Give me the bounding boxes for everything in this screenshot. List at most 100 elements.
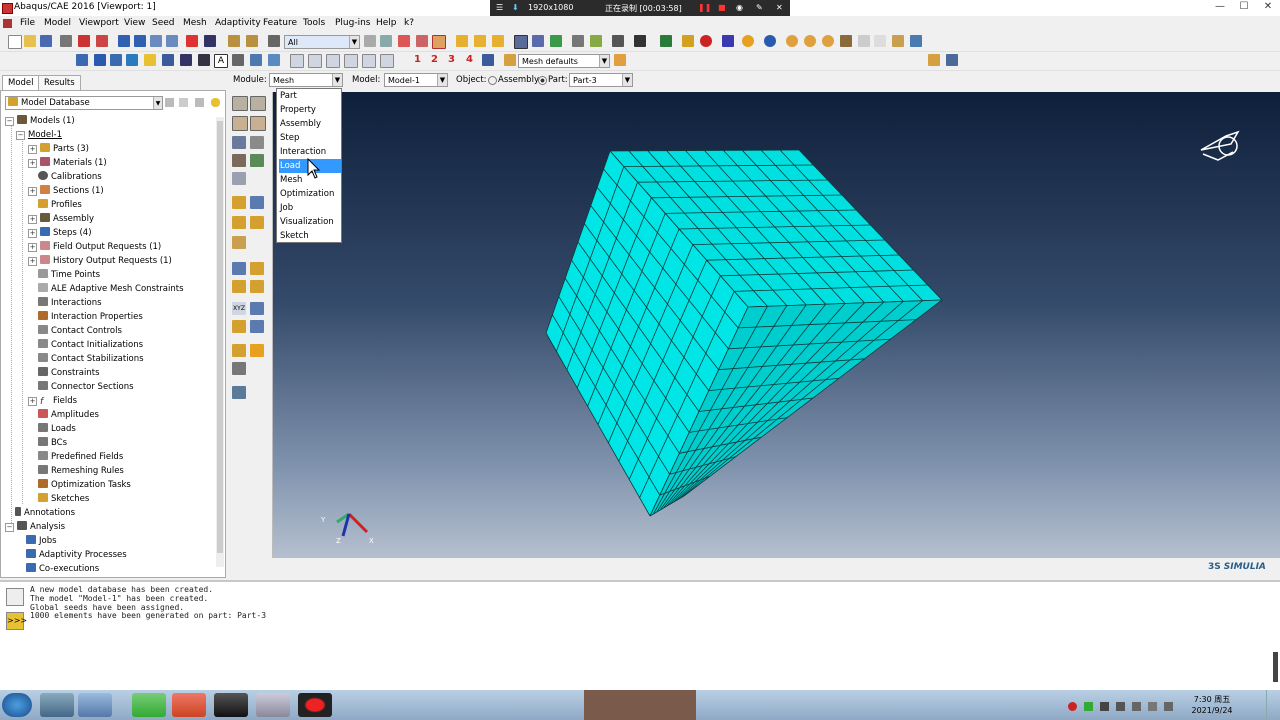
g-plugin-icon[interactable] — [700, 35, 712, 47]
layout-icon-6[interactable] — [162, 54, 174, 66]
select-inside-icon[interactable] — [380, 35, 392, 47]
tree-models[interactable]: − Models (1) — [5, 114, 75, 128]
module-option-job[interactable]: Job — [279, 201, 341, 215]
mesh-display-icon[interactable] — [590, 35, 602, 47]
module-select[interactable]: Mesh ▼ — [269, 73, 343, 87]
viewport-annotations-icon[interactable] — [612, 35, 624, 47]
module-option-interaction[interactable]: Interaction — [279, 145, 341, 159]
module-option-step[interactable]: Step — [279, 131, 341, 145]
assembly-radio-label[interactable]: Assembly — [498, 75, 539, 85]
tree-model-1[interactable]: − Model-1 — [16, 128, 62, 142]
grid-view-icon[interactable] — [268, 54, 280, 66]
tree-analysis[interactable]: − Analysis — [5, 520, 65, 534]
render-hidden-icon[interactable] — [532, 35, 544, 47]
grid-icon[interactable] — [910, 35, 922, 47]
part-radio[interactable] — [538, 76, 547, 85]
message-scrollbar[interactable] — [1273, 652, 1278, 682]
tree-predefined-fields[interactable]: Predefined Fields — [38, 450, 123, 464]
print-icon[interactable] — [60, 35, 72, 47]
view-iso-icon[interactable] — [492, 35, 504, 47]
part-select[interactable]: Part-3 ▼ — [569, 73, 633, 87]
pen-icon[interactable]: ✎ — [756, 3, 763, 12]
tray-volume-icon[interactable] — [1116, 702, 1125, 711]
virtual-topology-icon[interactable] — [232, 262, 246, 275]
tree-sections[interactable]: + Sections (1) — [28, 184, 104, 198]
taskbar-browser-icon[interactable] — [132, 693, 166, 717]
query-mesh-icon[interactable] — [250, 344, 264, 357]
tree-contact-initializations[interactable]: Contact Initializations — [38, 338, 143, 352]
model-select[interactable]: Model-1 ▼ — [384, 73, 448, 87]
menu-adaptivity[interactable]: Adaptivity — [215, 18, 261, 28]
minimize-button[interactable]: — — [1212, 1, 1228, 13]
selection-filter-select[interactable]: All ▼ — [284, 35, 360, 49]
partition-edge-icon[interactable] — [232, 216, 246, 229]
import-icon[interactable] — [78, 35, 90, 47]
arrow-tool-icon[interactable] — [840, 35, 852, 47]
layer-icon-1[interactable] — [786, 35, 798, 47]
expand-icon[interactable]: + — [28, 229, 37, 238]
mesh-cube[interactable] — [273, 92, 1280, 558]
collapse-icon[interactable]: − — [5, 117, 14, 126]
tree-interactions[interactable]: Interactions — [38, 296, 102, 310]
tree-jobs[interactable]: Jobs — [26, 534, 57, 548]
tree-fields[interactable]: + f Fields — [28, 394, 77, 408]
csys-icon-1[interactable] — [290, 54, 304, 68]
tray-record-icon[interactable] — [1068, 702, 1077, 711]
csys-icon-4[interactable] — [344, 54, 358, 68]
datum-plane-icon[interactable] — [232, 320, 246, 333]
taskbar-search-icon[interactable] — [78, 693, 112, 717]
tab-results[interactable]: Results — [38, 75, 81, 91]
tray-app-icon[interactable] — [1084, 702, 1093, 711]
view-number-4[interactable]: 4 — [466, 54, 473, 65]
tree-bcs[interactable]: BCs — [38, 436, 67, 450]
perspective-icon[interactable] — [572, 35, 584, 47]
module-option-sketch[interactable]: Sketch — [279, 229, 341, 243]
query-icon[interactable] — [228, 35, 240, 47]
record-plugin-icon[interactable] — [742, 35, 754, 47]
tree-connector-sections[interactable]: Connector Sections — [38, 380, 134, 394]
tree-scrollbar[interactable] — [216, 117, 224, 567]
tree-expand-icon[interactable] — [179, 98, 188, 107]
menu-icon[interactable]: ☰ — [496, 3, 503, 12]
tree-highlight-icon[interactable] — [211, 98, 220, 107]
show-desktop-button[interactable] — [1266, 690, 1279, 720]
mesh-defaults-select[interactable]: Mesh defaults ▼ — [518, 54, 610, 68]
tree-assembly[interactable]: + Assembly — [28, 212, 94, 226]
csys-icon-3[interactable] — [326, 54, 340, 68]
tree-ale-constraints[interactable]: ALE Adaptive Mesh Constraints — [38, 282, 184, 296]
tray-power-icon[interactable] — [1148, 702, 1157, 711]
element-type-icon[interactable] — [232, 196, 246, 209]
tree-parts[interactable]: + Parts (3) — [28, 142, 89, 156]
tree-remeshing-rules[interactable]: Remeshing Rules — [38, 464, 124, 478]
display-group-icon[interactable] — [432, 35, 446, 49]
mesh-part-icon[interactable] — [232, 136, 246, 149]
tree-contact-controls[interactable]: Contact Controls — [38, 324, 122, 338]
repair-icon[interactable] — [250, 262, 264, 275]
tree-calibrations[interactable]: Calibrations — [38, 170, 102, 184]
tree-sketches[interactable]: Sketches — [38, 492, 89, 506]
tools-icon[interactable] — [892, 35, 904, 47]
layout-icon-3[interactable] — [110, 54, 122, 66]
partition-face-icon[interactable] — [250, 216, 264, 229]
csys-icon-5[interactable] — [362, 54, 376, 68]
layout-icon-5[interactable] — [144, 54, 156, 66]
tree-materials[interactable]: + Materials (1) — [28, 156, 107, 170]
menu-feature[interactable]: Feature — [263, 18, 297, 28]
stop-icon[interactable]: ■ — [718, 3, 726, 12]
expand-icon[interactable]: + — [28, 159, 37, 168]
tray-ime-icon[interactable] — [1164, 702, 1173, 711]
taskbar-clock[interactable]: 7:30 周五 2021/9/24 — [1182, 694, 1242, 716]
start-button-icon[interactable] — [2, 693, 32, 717]
recorder-close-icon[interactable]: ✕ — [776, 3, 783, 12]
view-front-icon[interactable] — [456, 35, 468, 47]
module-option-visualization[interactable]: Visualization — [279, 215, 341, 229]
tree-optimization-tasks[interactable]: Optimization Tasks — [38, 478, 131, 492]
create-bottom-up-icon[interactable] — [250, 280, 264, 293]
pause-icon[interactable]: ❚❚ — [698, 3, 711, 12]
rotate-icon[interactable] — [134, 35, 146, 47]
measure-icon[interactable] — [246, 35, 258, 47]
seed-part-icon[interactable] — [232, 96, 248, 111]
view-number-1[interactable]: 1 — [414, 54, 421, 65]
mesh-defaults-icon[interactable] — [504, 54, 516, 66]
magnify-icon[interactable] — [150, 35, 162, 47]
